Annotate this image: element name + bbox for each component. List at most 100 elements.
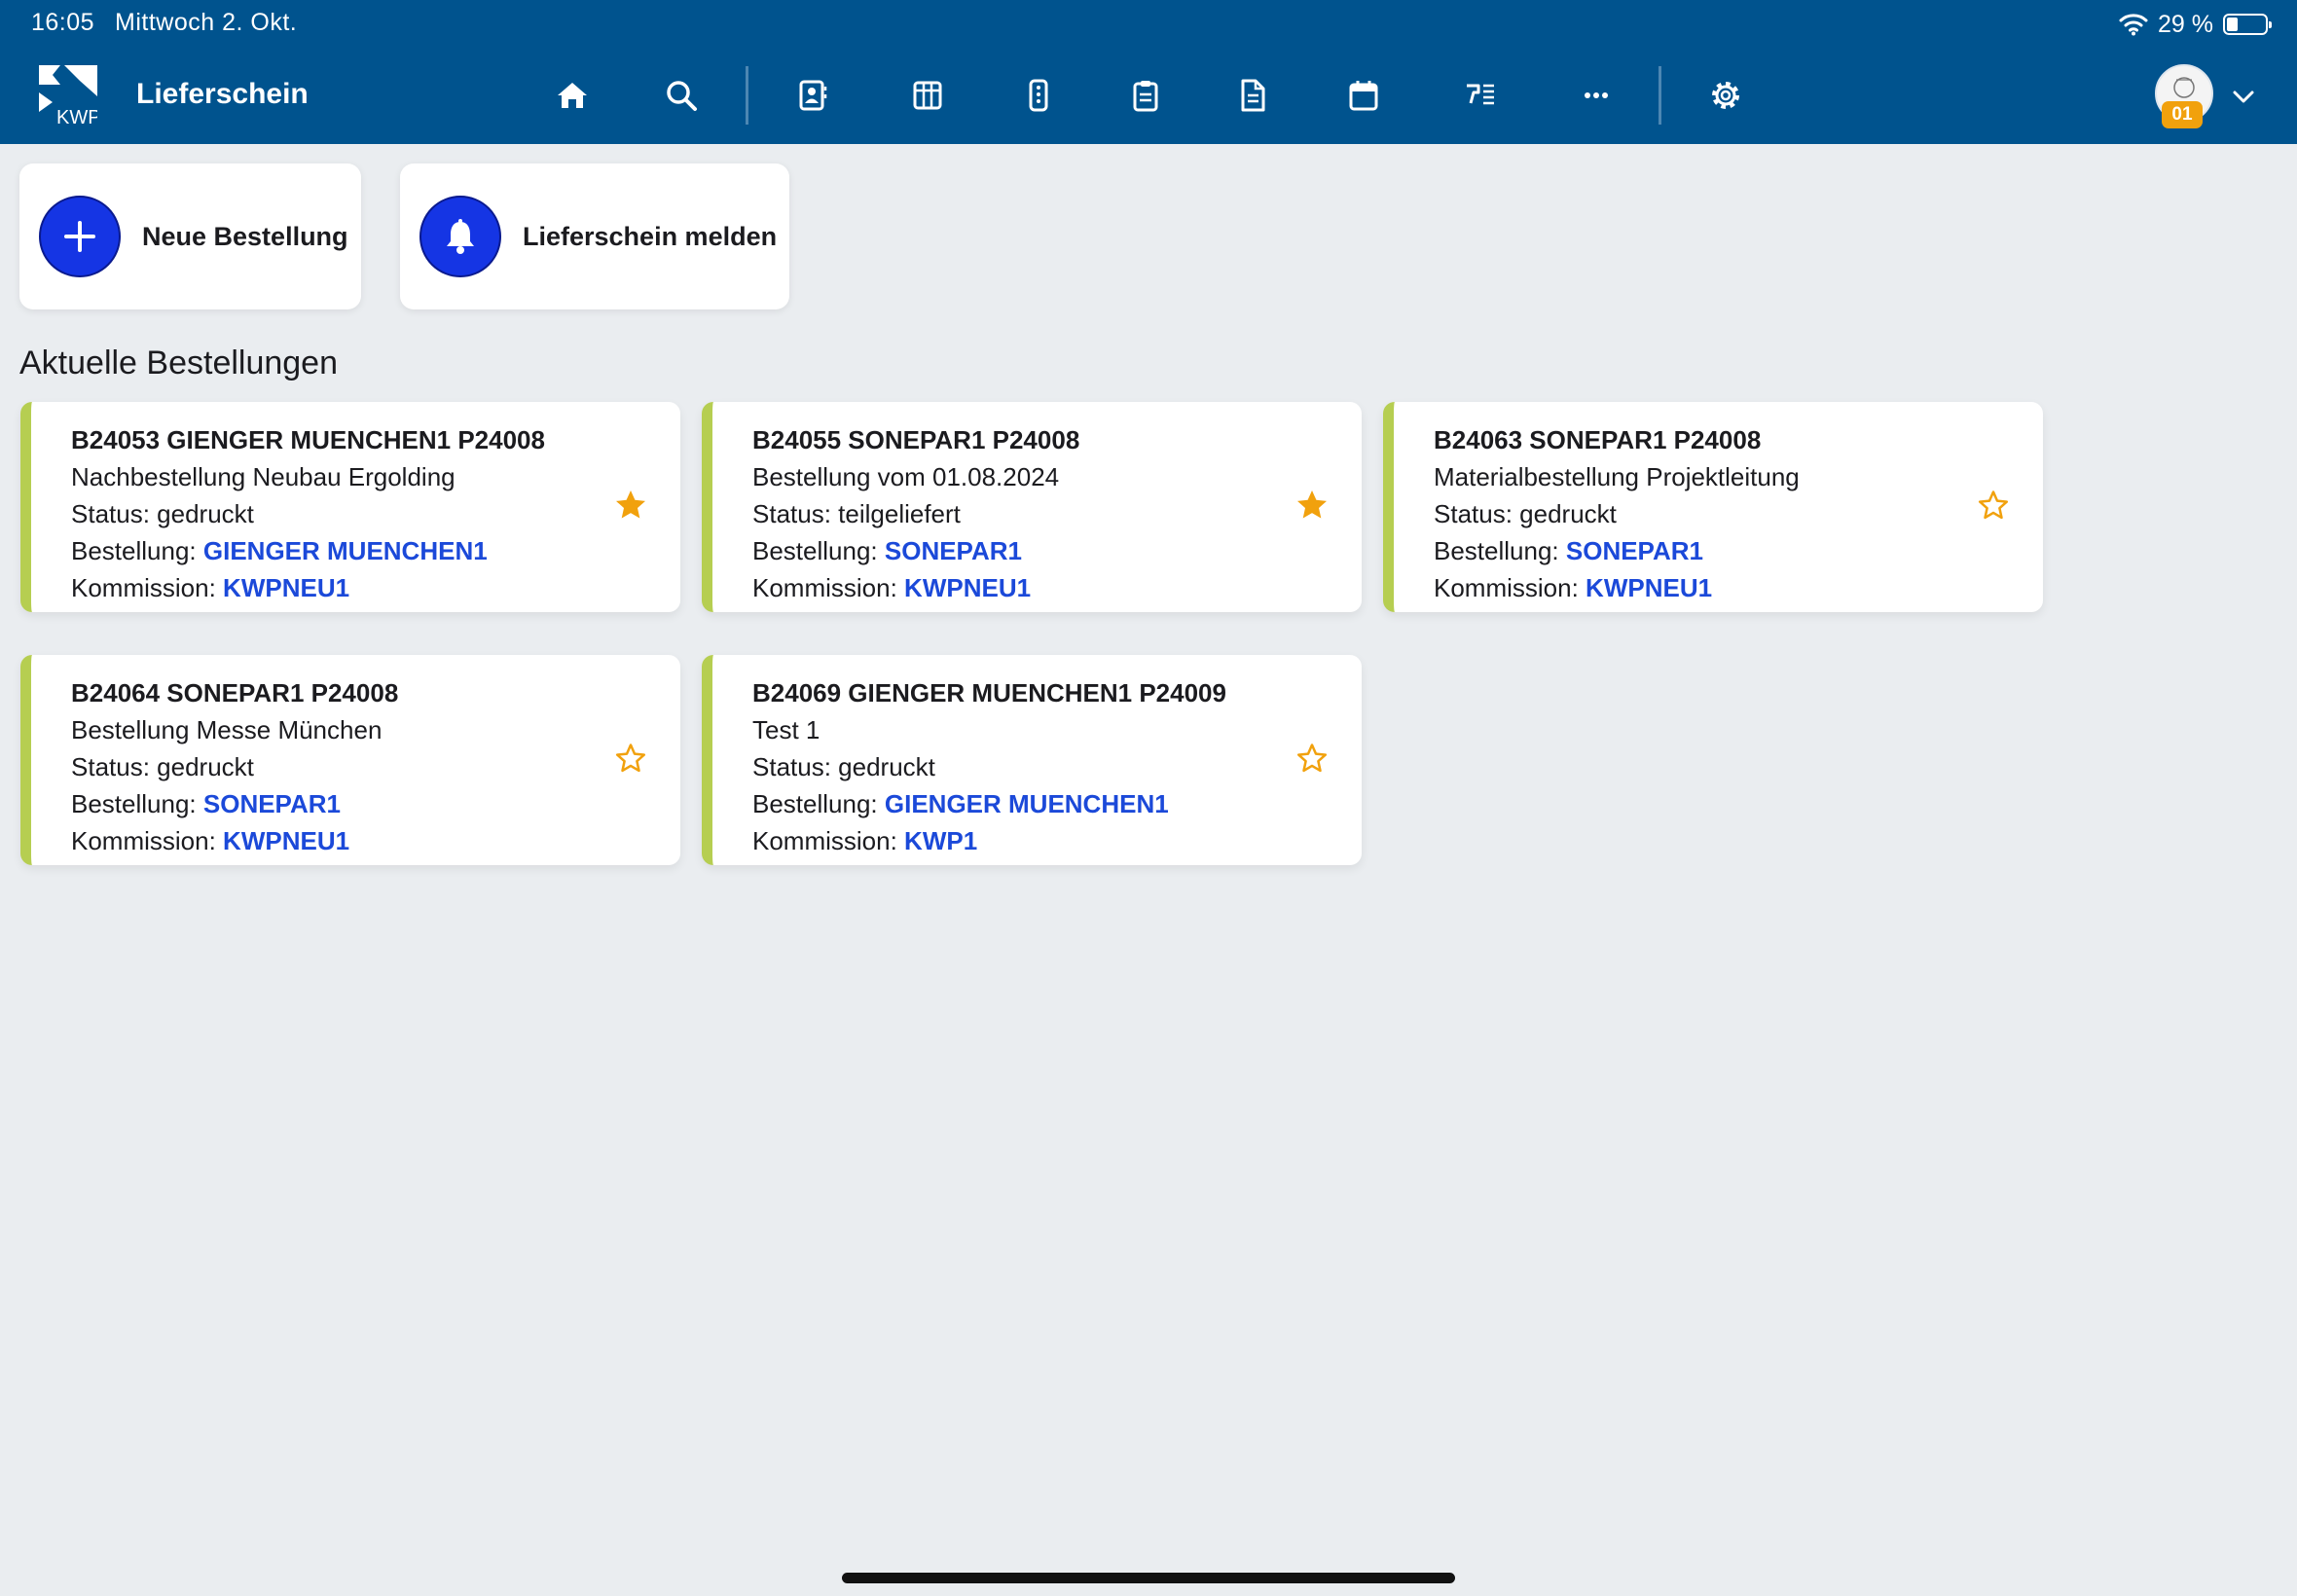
order-commission: Kommission: KWPNEU1 [71, 569, 545, 606]
status-label: Status: [71, 752, 158, 781]
commission-label: Kommission: [1434, 573, 1586, 602]
app-header: 16:05 Mittwoch 2. Okt. 29 % KWP Liefersc… [0, 0, 2297, 144]
bell-icon [419, 196, 501, 277]
order-description: Materialbestellung Projektleitung [1434, 462, 1800, 491]
battery-percent: 29 % [2158, 10, 2213, 38]
order-label: Bestellung: [752, 789, 885, 818]
report-delivery-button[interactable]: Lieferschein melden [400, 163, 789, 309]
order-card[interactable]: B24063 SONEPAR1 P24008 Materialbestellun… [1383, 402, 2043, 612]
status-label: Status: [752, 752, 839, 781]
page-title: Lieferschein [136, 78, 309, 110]
wifi-icon [2119, 14, 2148, 36]
status-value: gedruckt [838, 752, 935, 781]
supplier-link[interactable]: SONEPAR1 [1566, 536, 1703, 565]
order-description: Test 1 [752, 715, 820, 744]
commission-label: Kommission: [752, 826, 905, 855]
order-supplier: Bestellung: SONEPAR1 [71, 785, 398, 822]
order-description: Bestellung vom 01.08.2024 [752, 462, 1060, 491]
commission-label: Kommission: [71, 573, 224, 602]
home-indicator[interactable] [842, 1573, 1455, 1583]
contacts-icon[interactable] [793, 76, 832, 115]
more-icon[interactable] [1577, 76, 1616, 115]
order-card[interactable]: B24055 SONEPAR1 P24008 Bestellung vom 01… [702, 402, 1362, 612]
status-label: Status: [752, 499, 839, 528]
section-title: Aktuelle Bestellungen [19, 345, 339, 381]
star-outline-icon[interactable] [1294, 741, 1330, 776]
star-outline-icon[interactable] [1976, 488, 2011, 523]
order-title: B24053 GIENGER MUENCHEN1 P24008 [71, 425, 545, 454]
order-supplier: Bestellung: GIENGER MUENCHEN1 [752, 785, 1226, 822]
new-order-button[interactable]: Neue Bestellung [19, 163, 361, 309]
star-filled-icon[interactable] [1294, 488, 1330, 523]
status-label: Status: [1434, 499, 1520, 528]
supplier-link[interactable]: SONEPAR1 [885, 536, 1022, 565]
order-supplier: Bestellung: SONEPAR1 [1434, 532, 1800, 569]
commission-link[interactable]: KWPNEU1 [1586, 573, 1712, 602]
order-supplier: Bestellung: SONEPAR1 [752, 532, 1079, 569]
commission-label: Kommission: [71, 826, 224, 855]
order-status: Status: teilgeliefert [752, 495, 1079, 532]
commission-link[interactable]: KWPNEU1 [223, 573, 349, 602]
plus-icon [39, 196, 121, 277]
order-title: B24064 SONEPAR1 P24008 [71, 678, 399, 707]
settings-icon[interactable] [1706, 76, 1745, 115]
star-outline-icon[interactable] [613, 741, 648, 776]
tools-list-icon[interactable] [1461, 76, 1500, 115]
order-title: B24055 SONEPAR1 P24008 [752, 425, 1080, 454]
status-value: gedruckt [157, 499, 254, 528]
svg-text:KWP: KWP [56, 107, 97, 126]
home-icon[interactable] [553, 76, 592, 115]
order-status: Status: gedruckt [1434, 495, 1800, 532]
commission-link[interactable]: KWP1 [904, 826, 977, 855]
status-label: Status: [71, 499, 158, 528]
order-commission: Kommission: KWP1 [752, 822, 1226, 859]
order-card[interactable]: B24069 GIENGER MUENCHEN1 P24009 Test 1 S… [702, 655, 1362, 865]
order-card[interactable]: B24053 GIENGER MUENCHEN1 P24008 Nachbest… [20, 402, 680, 612]
order-title: B24063 SONEPAR1 P24008 [1434, 425, 1762, 454]
order-label: Bestellung: [1434, 536, 1566, 565]
commission-label: Kommission: [752, 573, 905, 602]
status-value: gedruckt [157, 752, 254, 781]
order-card[interactable]: B24064 SONEPAR1 P24008 Bestellung Messe … [20, 655, 680, 865]
calendar-icon[interactable] [1344, 76, 1383, 115]
status-value: gedruckt [1519, 499, 1617, 528]
remote-icon[interactable] [1019, 76, 1058, 115]
order-description: Nachbestellung Neubau Ergolding [71, 462, 456, 491]
order-label: Bestellung: [752, 536, 885, 565]
order-commission: Kommission: KWPNEU1 [752, 569, 1079, 606]
order-details: B24063 SONEPAR1 P24008 Materialbestellun… [1434, 421, 1800, 606]
order-status: Status: gedruckt [71, 748, 398, 785]
status-value: teilgeliefert [838, 499, 961, 528]
grid-icon[interactable] [908, 76, 947, 115]
commission-link[interactable]: KWPNEU1 [223, 826, 349, 855]
status-date: Mittwoch 2. Okt. [115, 9, 298, 36]
status-time: 16:05 [31, 9, 95, 36]
status-bar: 16:05 Mittwoch 2. Okt. 29 % [0, 0, 2297, 49]
report-delivery-label: Lieferschein melden [523, 221, 778, 251]
nav-divider [746, 66, 748, 125]
document-icon[interactable] [1233, 76, 1272, 115]
search-icon[interactable] [662, 76, 701, 115]
supplier-link[interactable]: SONEPAR1 [203, 789, 341, 818]
supplier-link[interactable]: GIENGER MUENCHEN1 [885, 789, 1169, 818]
order-status: Status: gedruckt [71, 495, 545, 532]
order-description: Bestellung Messe München [71, 715, 383, 744]
new-order-label: Neue Bestellung [142, 221, 348, 251]
commission-link[interactable]: KWPNEU1 [904, 573, 1031, 602]
order-commission: Kommission: KWPNEU1 [71, 822, 398, 859]
clipboard-icon[interactable] [1126, 76, 1165, 115]
chevron-down-icon[interactable] [2229, 82, 2258, 111]
order-details: B24064 SONEPAR1 P24008 Bestellung Messe … [71, 674, 398, 859]
nav-divider [1659, 66, 1661, 125]
status-right: 29 % [2119, 8, 2272, 41]
kwp-logo: KWP [39, 65, 97, 126]
supplier-link[interactable]: GIENGER MUENCHEN1 [203, 536, 488, 565]
order-label: Bestellung: [71, 789, 203, 818]
star-filled-icon[interactable] [613, 488, 648, 523]
order-details: B24055 SONEPAR1 P24008 Bestellung vom 01… [752, 421, 1079, 606]
order-title: B24069 GIENGER MUENCHEN1 P24009 [752, 678, 1226, 707]
order-details: B24053 GIENGER MUENCHEN1 P24008 Nachbest… [71, 421, 545, 606]
order-label: Bestellung: [71, 536, 203, 565]
user-badge: 01 [2162, 101, 2203, 128]
order-supplier: Bestellung: GIENGER MUENCHEN1 [71, 532, 545, 569]
